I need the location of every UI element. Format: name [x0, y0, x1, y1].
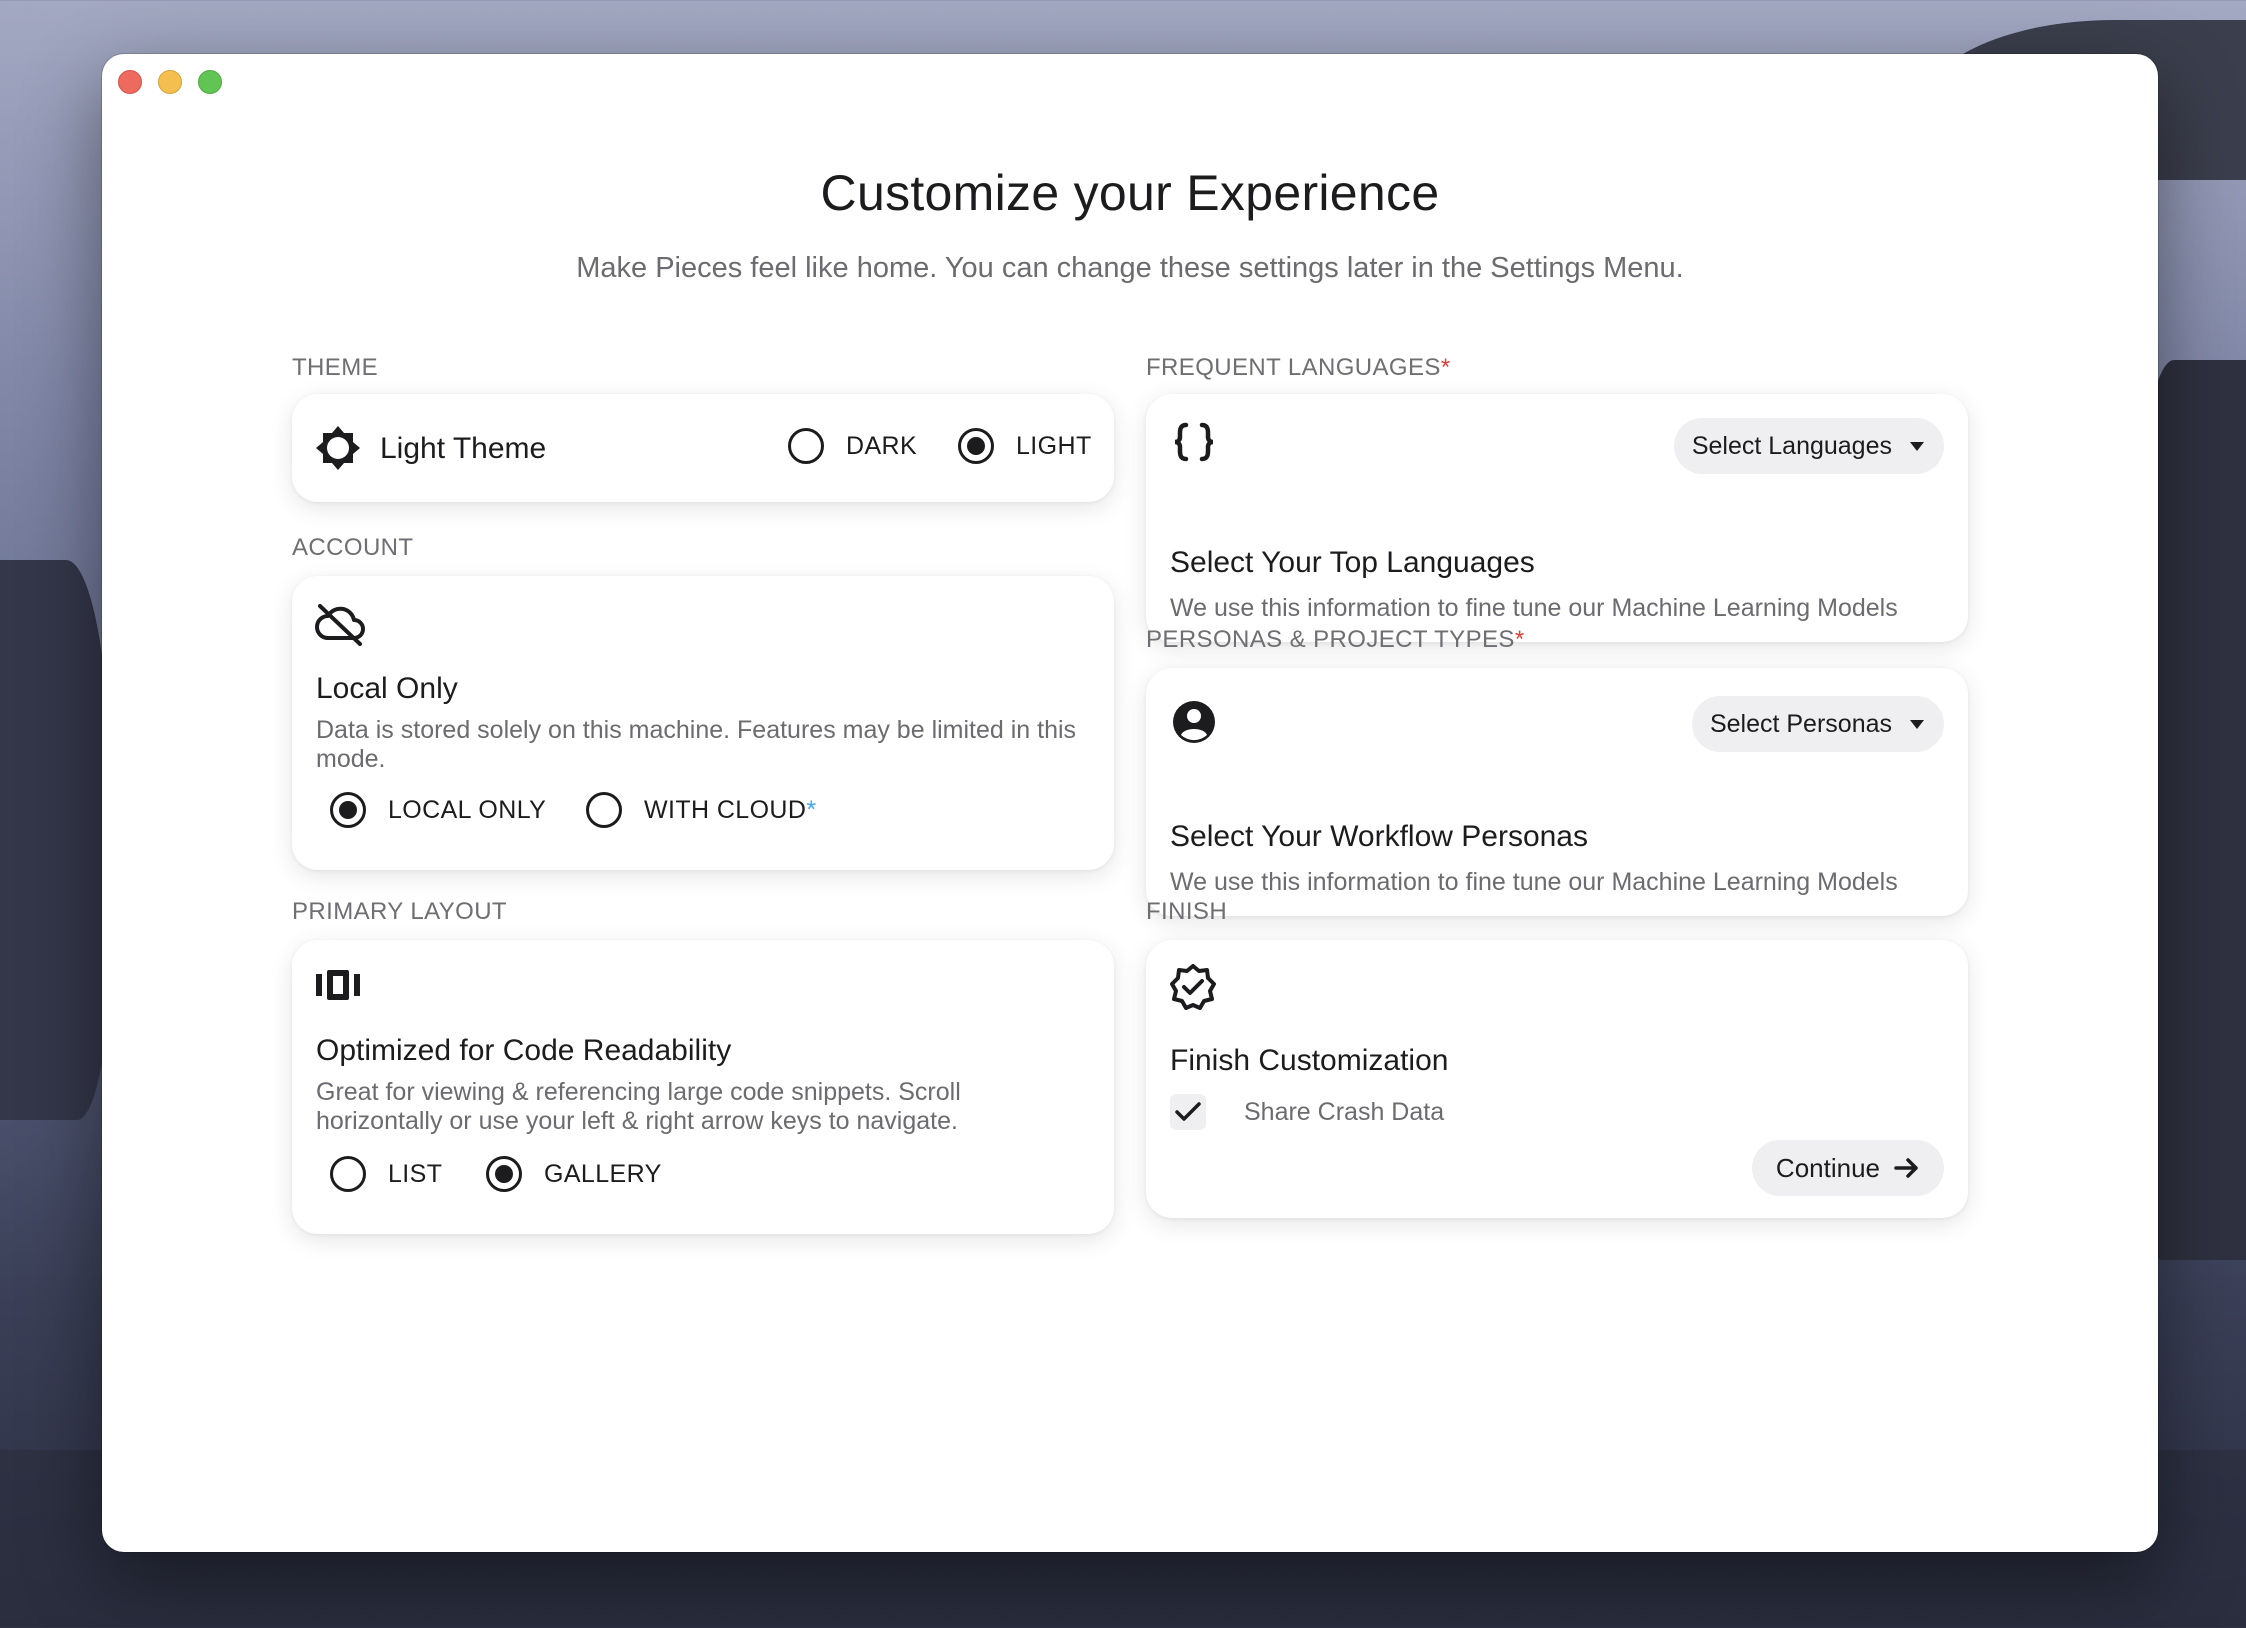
checkmark-icon	[1175, 1102, 1201, 1121]
account-option-label: WITH CLOUD*	[644, 795, 817, 824]
account-card-description: Data is stored solely on this machine. F…	[316, 716, 1077, 773]
theme-option-label: LIGHT	[1016, 431, 1092, 460]
share-crash-data-label: Share Crash Data	[1244, 1098, 1445, 1126]
layout-card-description: Great for viewing & referencing large co…	[316, 1078, 961, 1135]
layout-option-list[interactable]: LIST	[330, 1156, 442, 1192]
personas-section-label: PERSONAS & PROJECT TYPES*	[1146, 626, 1525, 653]
close-window-button[interactable]	[118, 70, 142, 94]
theme-card: Light Theme DARK LIGHT	[292, 394, 1114, 502]
app-window: Customize your Experience Make Pieces fe…	[102, 54, 2158, 1552]
theme-option-light[interactable]: LIGHT	[958, 428, 1092, 464]
page-title: Customize your Experience	[820, 165, 1440, 221]
layout-card-title: Optimized for Code Readability	[316, 1034, 732, 1067]
sun-icon	[316, 426, 360, 470]
layout-option-gallery[interactable]: GALLERY	[486, 1156, 662, 1192]
finish-card: Finish Customization Share Crash Data Co…	[1146, 940, 1968, 1218]
radio-list[interactable]	[330, 1156, 366, 1192]
verified-badge-icon	[1170, 964, 1216, 1010]
account-option-label: LOCAL ONLY	[388, 795, 547, 824]
languages-card-title: Select Your Top Languages	[1170, 546, 1535, 579]
background-rock	[0, 560, 110, 1120]
radio-with-cloud[interactable]	[586, 792, 622, 828]
languages-section-label: FREQUENT LANGUAGES*	[1146, 354, 1451, 381]
continue-button[interactable]: Continue	[1751, 1140, 1944, 1196]
theme-section-label: THEME	[292, 354, 378, 381]
account-section-label: ACCOUNT	[292, 534, 414, 561]
layout-section-label: PRIMARY LAYOUT	[292, 898, 507, 925]
personas-card-title: Select Your Workflow Personas	[1170, 820, 1588, 853]
languages-card: Select Languages Select Your Top Languag…	[1146, 394, 1968, 642]
page-subtitle: Make Pieces feel like home. You can chan…	[576, 252, 1684, 284]
braces-icon	[1174, 422, 1214, 462]
account-card: Local Only Data is stored solely on this…	[292, 576, 1114, 870]
select-languages-button[interactable]: Select Languages	[1673, 418, 1944, 474]
personas-card-description: We use this information to fine tune our…	[1170, 868, 1898, 896]
account-card-title: Local Only	[316, 672, 458, 705]
layout-card: Optimized for Code Readability Great for…	[292, 940, 1114, 1234]
gallery-layout-icon	[316, 970, 360, 1000]
maximize-window-button[interactable]	[198, 70, 222, 94]
theme-option-label: DARK	[846, 431, 918, 460]
layout-option-label: LIST	[388, 1159, 443, 1188]
caret-down-icon	[1910, 441, 1924, 451]
account-option-cloud[interactable]: WITH CLOUD*	[586, 792, 816, 828]
radio-gallery[interactable]	[486, 1156, 522, 1192]
caret-down-icon	[1910, 719, 1924, 729]
layout-option-label: GALLERY	[544, 1159, 662, 1188]
user-circle-icon	[1173, 701, 1215, 743]
finish-card-title: Finish Customization	[1170, 1044, 1449, 1077]
personas-card: Select Personas Select Your Workflow Per…	[1146, 668, 1968, 916]
share-crash-data-checkbox[interactable]	[1170, 1094, 1206, 1130]
arrow-right-icon	[1894, 1158, 1918, 1178]
theme-card-title: Light Theme	[380, 432, 547, 465]
select-languages-label: Select Languages	[1691, 431, 1892, 460]
minimize-window-button[interactable]	[158, 70, 182, 94]
radio-dark[interactable]	[788, 428, 824, 464]
continue-label: Continue	[1775, 1152, 1880, 1183]
cloud-off-icon	[315, 604, 365, 646]
radio-local-only[interactable]	[330, 792, 366, 828]
theme-option-dark[interactable]: DARK	[788, 428, 917, 464]
select-personas-label: Select Personas	[1709, 709, 1892, 738]
radio-light[interactable]	[958, 428, 994, 464]
select-personas-button[interactable]: Select Personas	[1691, 696, 1944, 752]
window-controls	[118, 70, 222, 94]
languages-card-description: We use this information to fine tune our…	[1170, 594, 1898, 622]
account-option-local[interactable]: LOCAL ONLY	[330, 792, 546, 828]
finish-section-label: FINISH	[1146, 898, 1228, 925]
